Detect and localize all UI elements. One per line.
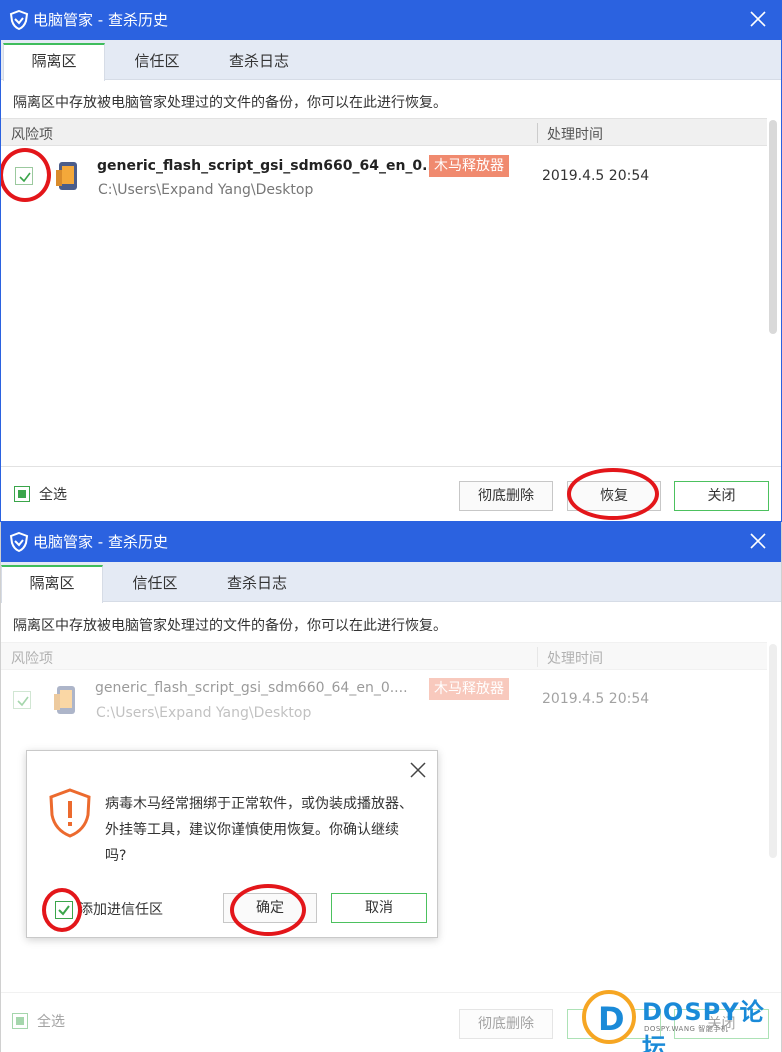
watermark-brand: DOSPY论坛 [642,998,765,1052]
dospy-watermark: D DOSPY论坛 DOSPY.WANG 智能手机 [582,990,778,1052]
select-all-checkbox[interactable] [14,486,30,502]
checkmark-icon [58,905,70,916]
warning-shield-icon [49,788,91,838]
tab-scan-log[interactable]: 查杀日志 [207,43,311,80]
add-to-trust-label: 添加进信任区 [79,902,163,918]
column-separator [537,647,538,667]
scrollbar[interactable] [769,120,777,334]
tab-bar: 隔离区 信任区 查杀日志 [1,40,781,81]
dospy-logo: D [582,990,636,1044]
select-all-label: 全选 [39,487,67,503]
file-icon [54,686,75,714]
threat-badge: 木马释放器 [429,155,509,177]
tab-bar: 隔离区 信任区 查杀日志 [1,562,781,603]
select-all-checkbox[interactable] [12,1013,28,1029]
scrollbar[interactable] [769,644,777,858]
quarantine-description: 隔离区中存放被电脑管家处理过的文件的备份，你可以在此进行恢复。 [13,95,447,111]
column-separator [537,123,538,143]
close-icon[interactable] [745,6,771,32]
file-path: C:\Users\Expand Yang\Desktop [96,705,312,721]
close-icon[interactable] [745,528,771,554]
window-title: 电脑管家 - 查杀历史 [33,11,168,29]
tab-trusted[interactable]: 信任区 [107,43,207,80]
delete-permanently-button[interactable]: 彻底删除 [459,1009,553,1039]
close-button[interactable]: 关闭 [674,481,769,511]
tab-scan-log[interactable]: 查杀日志 [205,565,309,602]
dialog-message: 病毒木马经常捆绑于正常软件，或伪装成播放器、外挂等工具，建议你谨慎使用恢复。你确… [105,796,413,864]
footer-bar: 全选 彻底删除 恢复 关闭 [1,466,781,521]
checkmark-icon [17,696,29,707]
confirm-dialog: 病毒木马经常捆绑于正常软件，或伪装成播放器、外挂等工具，建议你谨慎使用恢复。你确… [26,750,438,938]
file-path: C:\Users\Expand Yang\Desktop [98,182,314,198]
column-time: 处理时间 [547,651,603,667]
row-checkbox[interactable] [13,691,31,709]
checkmark-icon [19,172,31,183]
shield-logo-icon [9,532,29,552]
file-name: generic_flash_script_gsi_sdm660_64_en_0.… [97,158,444,174]
cancel-button[interactable]: 取消 [331,893,427,923]
process-time: 2019.4.5 20:54 [542,168,650,184]
window-title: 电脑管家 - 查杀历史 [33,533,168,551]
file-icon [56,162,77,190]
row-checkbox[interactable] [15,167,33,185]
select-all-label: 全选 [37,1014,65,1030]
table-header: 风险项 处理时间 [1,118,767,146]
dialog-close-icon[interactable] [407,759,429,781]
file-name: generic_flash_script_gsi_sdm660_64_en_0.… [95,680,408,696]
process-time: 2019.4.5 20:54 [542,691,650,707]
tab-quarantine[interactable]: 隔离区 [1,565,103,603]
column-risk: 风险项 [11,127,53,143]
tab-quarantine[interactable]: 隔离区 [3,43,105,81]
threat-badge: 木马释放器 [429,678,509,700]
restore-button[interactable]: 恢复 [567,481,661,511]
quarantine-description: 隔离区中存放被电脑管家处理过的文件的备份，你可以在此进行恢复。 [13,618,447,634]
title-bar[interactable]: 电脑管家 - 查杀历史 [1,522,781,562]
add-to-trust-checkbox[interactable] [55,901,73,919]
shield-logo-icon [9,10,29,30]
column-risk: 风险项 [11,651,53,667]
table-header: 风险项 处理时间 [1,642,767,670]
column-time: 处理时间 [547,127,603,143]
confirm-button[interactable]: 确定 [223,893,317,923]
title-bar[interactable]: 电脑管家 - 查杀历史 [1,0,781,40]
delete-permanently-button[interactable]: 彻底删除 [459,481,553,511]
watermark-subtext: DOSPY.WANG 智能手机 [644,1025,729,1033]
tab-trusted[interactable]: 信任区 [105,565,205,602]
history-window-top: 电脑管家 - 查杀历史 隔离区 信任区 查杀日志 隔离区中存放被电脑管家处理过的… [0,0,782,522]
